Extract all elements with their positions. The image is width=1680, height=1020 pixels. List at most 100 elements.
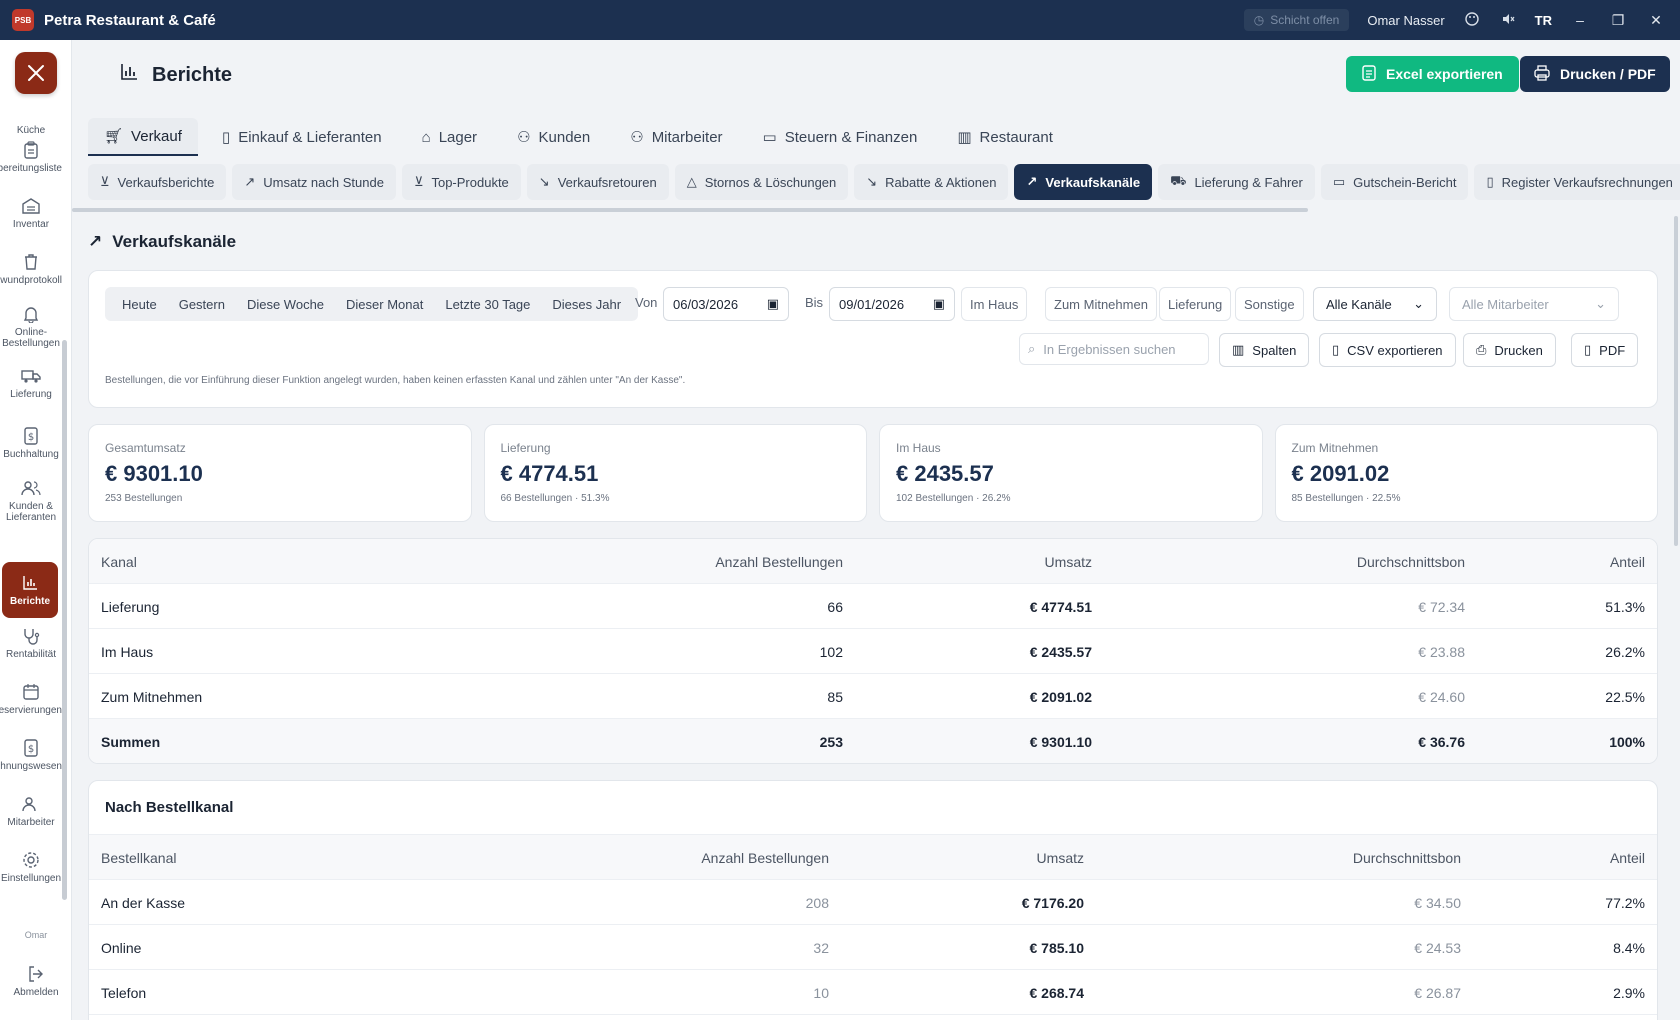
sidebar-item-zubereitung[interactable]: Zubereitungsliste [0, 140, 62, 174]
current-user[interactable]: Omar Nasser [1367, 13, 1444, 28]
sidebar-item-mitarbeiter[interactable]: Mitarbeiter [0, 794, 62, 828]
table-row[interactable]: Im Haus 102 € 2435.57 € 23.88 26.2% [89, 629, 1657, 674]
subtabs-scrollbar[interactable] [72, 208, 1308, 212]
kpi-cards: Gesamtumsatz € 9301.10 253 Bestellungen … [88, 424, 1658, 522]
close-icon[interactable]: ✕ [1646, 12, 1666, 29]
column-header[interactable]: Umsatz [1045, 539, 1092, 584]
table-row[interactable]: An der Kasse 208 € 7176.20 € 34.50 77.2% [89, 880, 1657, 925]
subtab-verkaufsretouren[interactable]: ↘ Verkaufsretouren [526, 164, 669, 200]
subtab-register-rechnungen[interactable]: ▯ Register Verkaufsrechnungen [1474, 164, 1680, 200]
cell-avg: € 34.50 [1414, 894, 1461, 911]
subtab-rabatte[interactable]: ↘ Rabatte & Aktionen [854, 164, 1009, 200]
table-row[interactable]: Online 32 € 785.10 € 24.53 8.4% [89, 925, 1657, 970]
sidebar-item-kunden-lieferanten[interactable]: Kunden & Lieferanten [0, 478, 62, 523]
kpi-label: Lieferung [500, 441, 551, 455]
sidebar-scrollbar[interactable] [62, 340, 67, 900]
content-scrollbar[interactable] [1674, 216, 1678, 546]
cell-avg: € 24.60 [1418, 688, 1465, 705]
column-header[interactable]: Durchschnittsbon [1353, 835, 1461, 880]
calendar-icon [21, 682, 41, 702]
sidebar-item-schwund[interactable]: Schwundprotokoll [0, 252, 62, 286]
excel-export-button[interactable]: Excel exportieren [1346, 56, 1519, 92]
column-header[interactable]: Anzahl Bestellungen [701, 835, 829, 880]
subtab-verkaufskanaele[interactable]: ↗ Verkaufskanäle [1014, 164, 1153, 200]
range-diese-woche[interactable]: Diese Woche [236, 297, 335, 312]
employee-select[interactable]: Alle Mitarbeiter ⌄ [1449, 287, 1619, 321]
column-header[interactable]: Anteil [1610, 539, 1645, 584]
chip-sonstige[interactable]: Sonstige [1235, 287, 1304, 321]
csv-export-button[interactable]: ▯ CSV exportieren [1319, 333, 1456, 367]
info-note: Bestellungen, die vor Einführung dieser … [105, 375, 686, 386]
tab-verkauf[interactable]: 🛒︎ Verkauf [88, 118, 198, 156]
range-gestern[interactable]: Gestern [168, 297, 236, 312]
chip-zum-mitnehmen[interactable]: Zum Mitnehmen [1045, 287, 1157, 321]
subtab-lieferung-fahrer[interactable]: ⛟ Lieferung & Fahrer [1158, 164, 1315, 200]
sidebar-item-online-bestellungen[interactable]: Online-Bestellungen [0, 304, 62, 349]
range-dieser-monat[interactable]: Dieser Monat [335, 297, 434, 312]
language-switch[interactable]: TR [1535, 13, 1552, 28]
column-header[interactable]: Kanal [101, 539, 137, 584]
sidebar-item-buchhaltung[interactable]: $ Buchhaltung [0, 426, 62, 460]
calendar-icon[interactable]: ▣ [933, 296, 945, 312]
to-label: Bis [805, 295, 824, 310]
tab-restaurant[interactable]: ▥ Restaurant [941, 118, 1069, 156]
excel-export-label: Excel exportieren [1386, 66, 1503, 82]
sidebar-item-berichte[interactable]: Berichte [2, 562, 58, 618]
subtab-top-produkte[interactable]: ⊻ Top-Produkte [401, 164, 521, 200]
table-row[interactable]: Zum Mitnehmen 85 € 2091.02 € 24.60 22.5% [89, 674, 1657, 719]
ticket-icon: ▭ [1332, 174, 1346, 189]
column-header[interactable]: Anzahl Bestellungen [715, 539, 843, 584]
subtab-label: Lieferung & Fahrer [1194, 174, 1303, 190]
column-header[interactable]: Bestellkanal [101, 835, 177, 880]
pdf-button[interactable]: ▯ PDF [1571, 333, 1639, 367]
table-row[interactable]: Telefon 10 € 268.74 € 26.87 2.9% [89, 970, 1657, 1015]
bar-chart-icon: ▥ [957, 129, 972, 146]
tab-steuern-finanzen[interactable]: ▭ Steuern & Finanzen [747, 118, 934, 156]
sidebar-item-lieferung[interactable]: Lieferung [0, 366, 62, 400]
print-button[interactable]: ⎙ Drucken [1463, 333, 1556, 367]
restaurant-logo-icon[interactable] [15, 52, 57, 94]
print-pdf-button[interactable]: Drucken / PDF [1520, 56, 1670, 92]
mute-icon[interactable] [1499, 12, 1517, 29]
subtab-verkaufsberichte[interactable]: ⊻ Verkaufsberichte [88, 164, 227, 200]
sidebar-item-einstellungen[interactable]: Einstellungen [0, 850, 62, 884]
from-date-input[interactable]: 06/03/2026 ▣ [663, 287, 789, 321]
restore-icon[interactable]: ❐ [1608, 12, 1628, 29]
column-header[interactable]: Umsatz [1037, 835, 1084, 880]
column-header[interactable]: Anteil [1610, 835, 1645, 880]
to-date-input[interactable]: 09/01/2026 ▣ [829, 287, 955, 321]
cell-avg: € 72.34 [1418, 598, 1465, 615]
tab-lager[interactable]: ⌂ Lager [406, 118, 493, 156]
results-search-input[interactable]: ⌕ In Ergebnissen suchen [1019, 333, 1209, 365]
table-row[interactable]: Lieferung 66 € 4774.51 € 72.34 51.3% [89, 584, 1657, 629]
range-letzte-30[interactable]: Letzte 30 Tage [434, 297, 541, 312]
tab-mitarbeiter[interactable]: ⚇ Mitarbeiter [614, 118, 738, 156]
sidebar-item-rentabilitaet[interactable]: Rentabilität [0, 626, 62, 660]
sidebar-item-rechnungswesen[interactable]: $ Rechnungswesen [0, 738, 62, 772]
calendar-icon[interactable]: ▣ [767, 296, 779, 312]
sidebar-item-inventar[interactable]: Inventar [0, 196, 62, 230]
range-dieses-jahr[interactable]: Dieses Jahr [541, 297, 632, 312]
cell-share: 22.5% [1605, 688, 1645, 705]
tab-label: Restaurant [979, 128, 1053, 146]
range-heute[interactable]: Heute [111, 297, 168, 312]
columns-button[interactable]: ▥ Spalten [1219, 333, 1310, 367]
palette-icon[interactable] [1463, 11, 1481, 29]
channel-select[interactable]: Alle Kanäle ⌄ [1313, 287, 1437, 321]
tab-einkauf[interactable]: ▯ Einkauf & Lieferanten [206, 118, 398, 156]
shift-status-badge[interactable]: ◷ Schicht offen [1243, 9, 1350, 31]
sidebar-item-label: Buchhaltung [3, 449, 59, 460]
minimize-icon[interactable]: – [1570, 12, 1590, 28]
report-subtabs: ⊻ Verkaufsberichte ↗ Umsatz nach Stunde ⊻ T… [88, 164, 1680, 200]
chip-lieferung[interactable]: Lieferung [1159, 287, 1232, 321]
logout-button[interactable]: Abmelden [0, 964, 71, 998]
subtab-stornos[interactable]: △ Stornos & Löschungen [674, 164, 849, 200]
chip-im-haus[interactable]: Im Haus [961, 287, 1028, 321]
column-header[interactable]: Durchschnittsbon [1357, 539, 1465, 584]
warehouse-icon [21, 196, 41, 216]
subtab-umsatz-stunde[interactable]: ↗ Umsatz nach Stunde [232, 164, 396, 200]
sidebar-item-reservierungen[interactable]: Reservierungen [0, 682, 62, 716]
subtab-gutschein[interactable]: ▭ Gutschein-Bericht [1320, 164, 1469, 200]
sidebar-item-kueche[interactable]: Küche [0, 102, 62, 136]
tab-kunden[interactable]: ⚇ Kunden [501, 118, 606, 156]
